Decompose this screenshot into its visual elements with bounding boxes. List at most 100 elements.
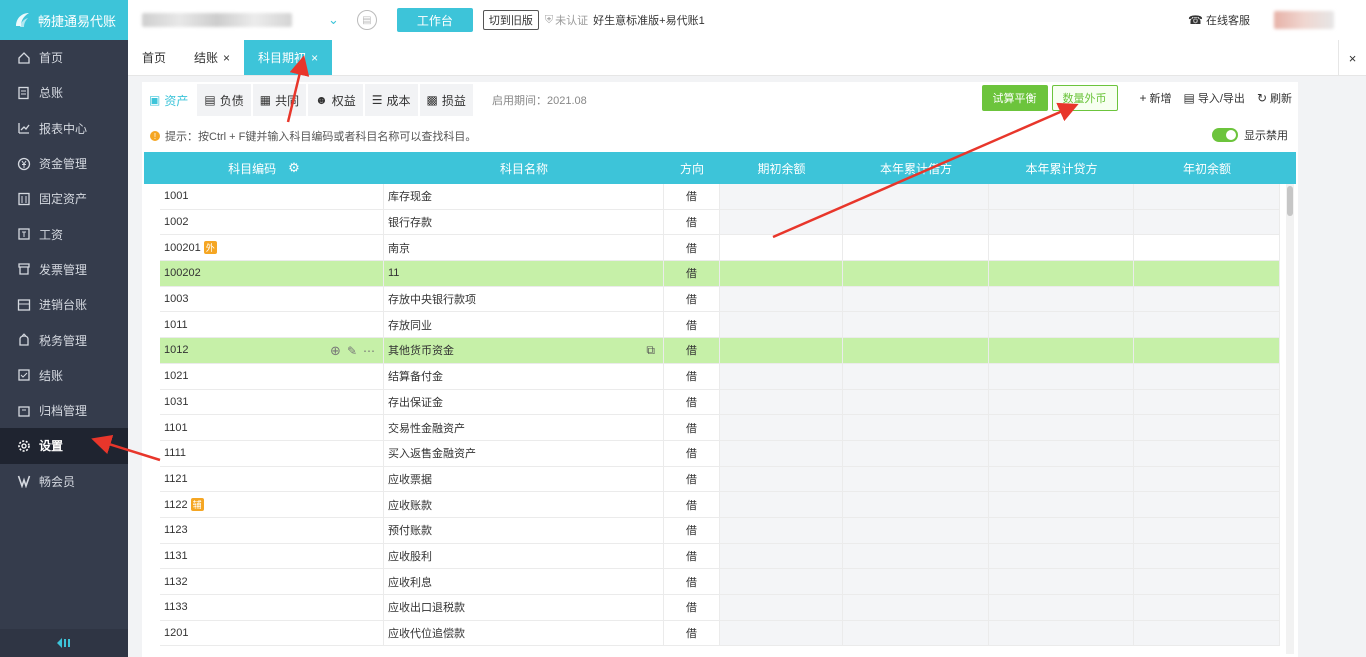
scrollbar-thumb[interactable] bbox=[1287, 186, 1293, 216]
table-row[interactable]: 1011 存放同业借 bbox=[160, 312, 1280, 339]
close-all-tabs-button[interactable]: × bbox=[1338, 40, 1366, 76]
cell-ytd-credit[interactable] bbox=[989, 312, 1134, 338]
refresh-button[interactable]: ↻ 刷新 bbox=[1257, 90, 1292, 106]
table-row[interactable]: 1021 结算备付金借 bbox=[160, 363, 1280, 390]
cell-ytd-debit[interactable] bbox=[843, 620, 989, 646]
cell-opening-balance[interactable] bbox=[720, 184, 843, 209]
cell-ytd-credit[interactable] bbox=[989, 543, 1134, 569]
cell-ytd-debit[interactable] bbox=[843, 595, 989, 620]
import-export-button[interactable]: ▤ 导入/导出 bbox=[1184, 90, 1245, 106]
table-row[interactable]: 1121 应收票据借 bbox=[160, 466, 1280, 493]
cell-ytd-credit[interactable] bbox=[989, 440, 1134, 466]
cell-ytd-debit[interactable] bbox=[843, 415, 989, 440]
account-info-icon[interactable]: ▤ bbox=[356, 10, 377, 30]
table-row[interactable]: 1132 应收利息借 bbox=[160, 569, 1280, 595]
sidebar-item-10[interactable]: 归档管理 bbox=[0, 393, 128, 428]
cell-ytd-debit[interactable] bbox=[843, 440, 989, 466]
cell-ytd-credit[interactable] bbox=[989, 517, 1134, 543]
sidebar-item-11[interactable]: 设置 bbox=[0, 428, 128, 464]
cell-ytd-credit[interactable] bbox=[989, 184, 1134, 209]
page-tab-1[interactable]: 结账 × bbox=[180, 40, 244, 75]
cell-year-start-balance[interactable] bbox=[1134, 620, 1280, 646]
sidebar-item-7[interactable]: 进销台账 bbox=[0, 287, 128, 322]
table-row[interactable]: 1031 存出保证金借 bbox=[160, 389, 1280, 416]
cell-year-start-balance[interactable] bbox=[1134, 338, 1280, 363]
cell-year-start-balance[interactable] bbox=[1134, 595, 1280, 620]
cell-ytd-debit[interactable] bbox=[843, 569, 989, 594]
page-tab-2[interactable]: 科目期初 × bbox=[244, 40, 333, 75]
cell-opening-balance[interactable] bbox=[720, 517, 843, 543]
cell-opening-balance[interactable] bbox=[720, 312, 843, 338]
cell-ytd-credit[interactable] bbox=[989, 338, 1134, 363]
cell-year-start-balance[interactable] bbox=[1134, 261, 1280, 286]
cell-opening-balance[interactable] bbox=[720, 389, 843, 415]
add-button[interactable]: + 新增 bbox=[1140, 90, 1172, 106]
cell-year-start-balance[interactable] bbox=[1134, 440, 1280, 466]
sidebar-item-0[interactable]: 首页 bbox=[0, 40, 128, 75]
cell-ytd-debit[interactable] bbox=[843, 338, 989, 363]
table-row[interactable]: 1122 辅应收账款借 bbox=[160, 492, 1280, 518]
cell-year-start-balance[interactable] bbox=[1134, 543, 1280, 569]
cell-ytd-credit[interactable] bbox=[989, 415, 1134, 440]
cell-ytd-credit[interactable] bbox=[989, 286, 1134, 312]
category-tab-5[interactable]: ▩ 损益 bbox=[419, 84, 473, 116]
cell-year-start-balance[interactable] bbox=[1134, 415, 1280, 440]
cell-opening-balance[interactable] bbox=[720, 415, 843, 440]
cell-opening-balance[interactable] bbox=[720, 235, 843, 261]
sidebar-item-2[interactable]: 报表中心 bbox=[0, 111, 128, 146]
cell-year-start-balance[interactable] bbox=[1134, 209, 1280, 235]
table-row[interactable]: 1003 存放中央银行款项借 bbox=[160, 286, 1280, 313]
table-row[interactable]: 1111 买入返售金融资产借 bbox=[160, 440, 1280, 467]
app-logo[interactable]: 畅捷通易代账 bbox=[0, 0, 128, 40]
cell-ytd-credit[interactable] bbox=[989, 569, 1134, 594]
table-row[interactable]: 1131 应收股利借 bbox=[160, 543, 1280, 570]
cell-ytd-credit[interactable] bbox=[989, 235, 1134, 261]
sidebar-item-6[interactable]: 发票管理 bbox=[0, 252, 128, 287]
cell-ytd-credit[interactable] bbox=[989, 466, 1134, 492]
cell-year-start-balance[interactable] bbox=[1134, 389, 1280, 415]
edit-icon[interactable]: ✎ bbox=[347, 344, 357, 358]
cell-year-start-balance[interactable] bbox=[1134, 312, 1280, 338]
page-tab-0[interactable]: 首页 bbox=[128, 40, 180, 75]
table-row[interactable]: 1201 应收代位追偿款借 bbox=[160, 620, 1280, 647]
cell-ytd-debit[interactable] bbox=[843, 184, 989, 209]
cell-ytd-debit[interactable] bbox=[843, 466, 989, 492]
cell-year-start-balance[interactable] bbox=[1134, 286, 1280, 312]
category-tab-0[interactable]: ▣ 资产 bbox=[142, 84, 196, 116]
quantity-foreign-currency-button[interactable]: 数量外币 bbox=[1051, 85, 1118, 111]
column-settings-gear-icon[interactable]: ⚙ bbox=[288, 160, 300, 176]
cell-ytd-debit[interactable] bbox=[843, 543, 989, 569]
trial-balance-button[interactable]: 试算平衡 bbox=[981, 85, 1048, 111]
cell-ytd-debit[interactable] bbox=[843, 363, 989, 389]
collapse-sidebar-button[interactable] bbox=[0, 629, 128, 657]
cell-ytd-debit[interactable] bbox=[843, 209, 989, 235]
online-service-link[interactable]: 在线客服 bbox=[1206, 12, 1250, 28]
cell-opening-balance[interactable] bbox=[720, 595, 843, 620]
cell-ytd-debit[interactable] bbox=[843, 492, 989, 517]
cell-ytd-debit[interactable] bbox=[843, 517, 989, 543]
table-row[interactable]: 100202 11 借 bbox=[160, 261, 1280, 287]
cell-opening-balance[interactable] bbox=[720, 209, 843, 235]
workbench-button[interactable]: 工作台 bbox=[396, 8, 473, 32]
add-child-icon[interactable]: ⊕ bbox=[330, 343, 341, 359]
show-disabled-toggle[interactable] bbox=[1212, 128, 1238, 142]
headset-icon[interactable]: ☎ bbox=[1188, 13, 1203, 27]
table-row[interactable]: 1001 库存现金借 bbox=[160, 184, 1280, 210]
cell-opening-balance[interactable] bbox=[720, 338, 843, 363]
cert-status[interactable]: 未认证 bbox=[555, 12, 588, 28]
switch-old-version-button[interactable]: 切到旧版 bbox=[482, 10, 539, 30]
cell-ytd-credit[interactable] bbox=[989, 261, 1134, 286]
sidebar-item-5[interactable]: 工资 bbox=[0, 216, 128, 251]
table-row[interactable]: 100201 外南京借 bbox=[160, 235, 1280, 262]
cell-year-start-balance[interactable] bbox=[1134, 184, 1280, 209]
user-avatar[interactable] bbox=[1274, 11, 1334, 29]
sidebar-item-3[interactable]: 资金管理 bbox=[0, 146, 128, 181]
cell-ytd-debit[interactable] bbox=[843, 312, 989, 338]
table-row[interactable]: 1012 ⊕ ✎ ⋯ 其他货币资金 ⧉ 借 bbox=[160, 338, 1280, 364]
sidebar-item-1[interactable]: 总账 bbox=[0, 75, 128, 110]
category-tab-2[interactable]: ▦ 共同 bbox=[252, 84, 307, 116]
category-tab-1[interactable]: ▤ 负债 bbox=[197, 84, 251, 116]
category-tab-3[interactable]: ☻ 权益 bbox=[308, 84, 363, 116]
cell-ytd-credit[interactable] bbox=[989, 363, 1134, 389]
cell-opening-balance[interactable] bbox=[720, 261, 843, 286]
